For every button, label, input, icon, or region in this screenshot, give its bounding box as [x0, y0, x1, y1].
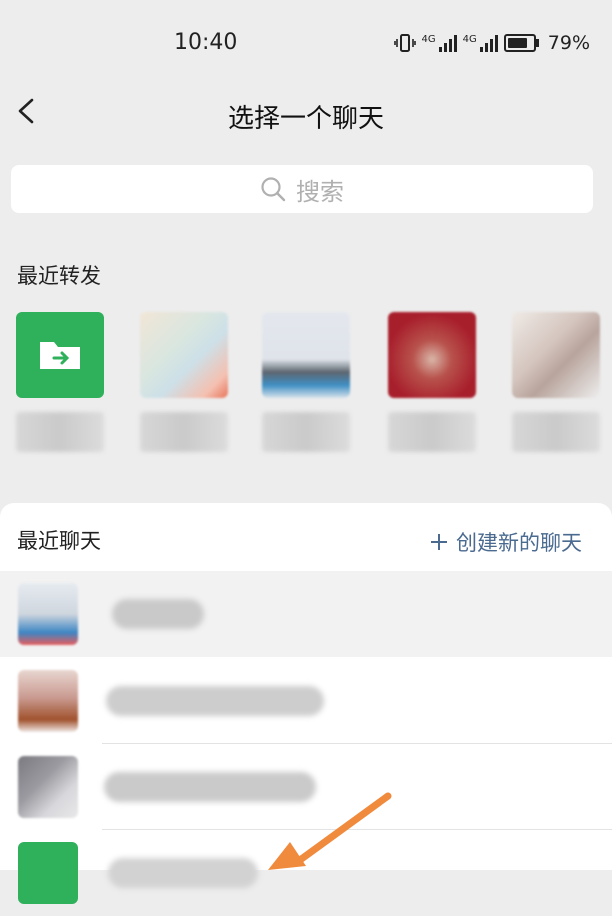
battery-icon [503, 34, 539, 52]
forward-item-avatar [388, 312, 476, 398]
chat-avatar [18, 670, 78, 732]
chat-row[interactable] [0, 744, 612, 830]
battery-percent: 79% [547, 32, 590, 54]
forward-item-label [16, 412, 104, 452]
forward-item[interactable] [512, 312, 600, 452]
chat-name [112, 599, 204, 629]
search-input[interactable]: 搜索 [11, 165, 593, 213]
status-bar: 10:40 4G 4G 79% [0, 0, 612, 90]
nav-bar: 选择一个聊天 [0, 82, 612, 142]
forward-item-avatar [140, 312, 228, 398]
forward-item[interactable] [262, 312, 350, 452]
chat-name [108, 858, 258, 888]
forward-item-avatar [262, 312, 350, 398]
forward-item[interactable] [388, 312, 476, 452]
chat-row[interactable] [0, 571, 612, 657]
chat-avatar [18, 583, 78, 645]
create-new-chat-button[interactable]: 创建新的聊天 [430, 527, 582, 557]
status-icons: 4G 4G 79% [393, 32, 590, 54]
signal-icon-2: 4G [463, 34, 498, 52]
chat-row[interactable] [0, 830, 612, 916]
forward-item-label [512, 412, 600, 452]
forward-item-label [140, 412, 228, 452]
status-time: 10:40 [174, 30, 238, 55]
forward-item-avatar [512, 312, 600, 398]
create-new-chat-label: 创建新的聊天 [456, 531, 582, 555]
forward-item-label [262, 412, 350, 452]
chat-row[interactable] [0, 658, 612, 744]
forward-item-label [388, 412, 476, 452]
chat-name [106, 686, 324, 716]
forward-item[interactable] [140, 312, 228, 452]
chat-avatar [18, 756, 78, 818]
recent-chats-panel: 最近聊天 创建新的聊天 [0, 503, 612, 904]
recent-chats-title: 最近聊天 [17, 529, 101, 553]
recent-forward-list [0, 300, 612, 470]
chat-avatar [18, 842, 78, 904]
signal-icon-1: 4G [422, 34, 457, 52]
vibrate-icon [393, 34, 416, 52]
search-icon [261, 177, 286, 202]
recent-forward-title: 最近转发 [17, 264, 101, 288]
folder-forward-icon [40, 342, 80, 369]
forward-item[interactable] [16, 312, 104, 452]
file-transfer-avatar [16, 312, 104, 398]
plus-icon [431, 534, 447, 550]
chat-name [104, 772, 316, 802]
search-placeholder: 搜索 [296, 177, 344, 206]
page-title: 选择一个聊天 [227, 104, 384, 134]
